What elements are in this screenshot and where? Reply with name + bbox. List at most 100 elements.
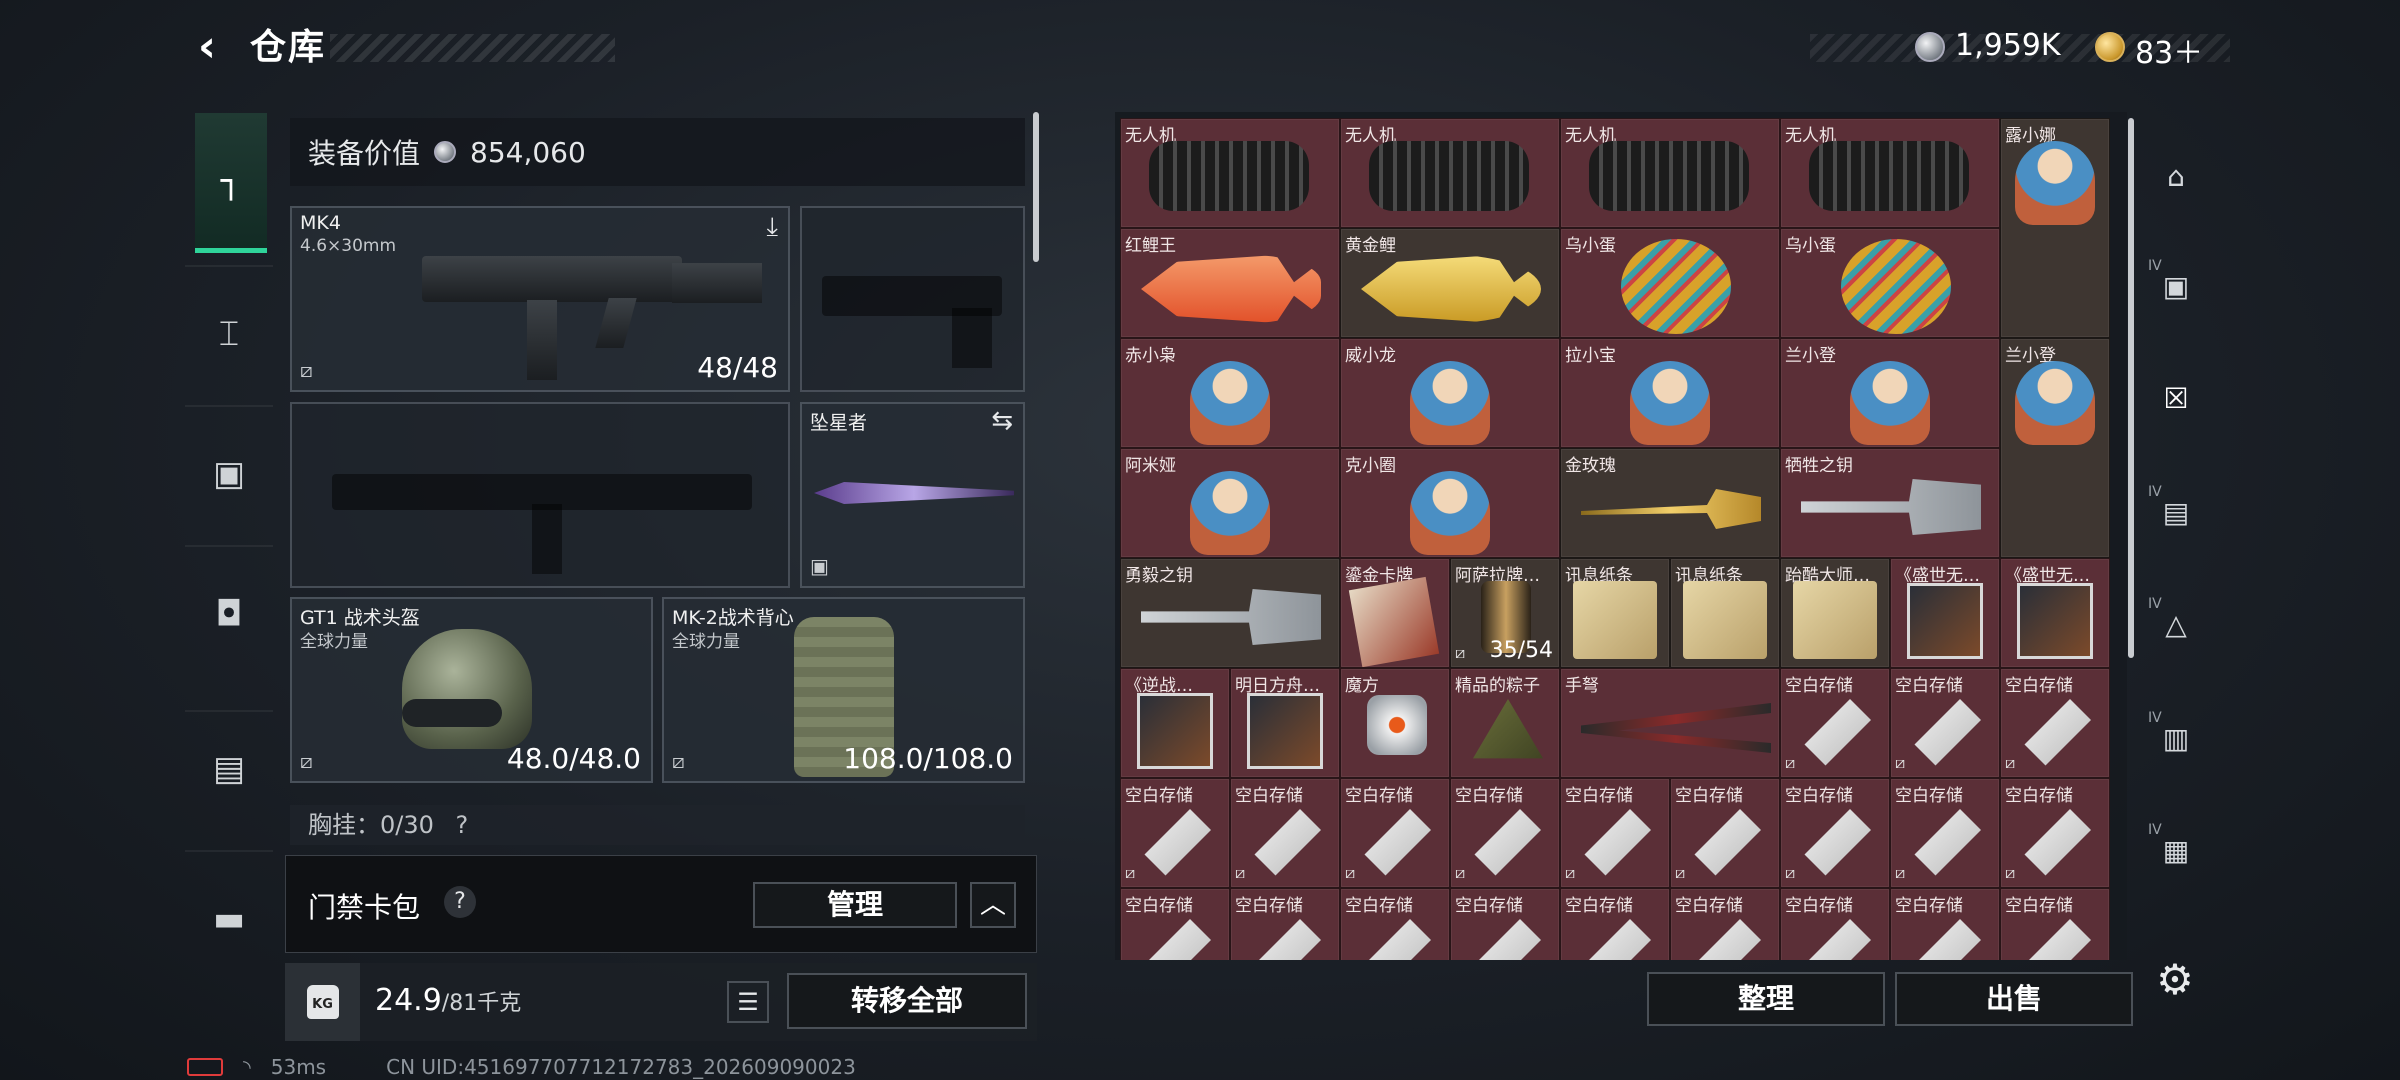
inventory-item[interactable]: 无人机 [1560,118,1780,228]
sort-button[interactable]: 整理 [1647,972,1885,1026]
inventory-item[interactable]: 空白存储⧄ [1890,778,2000,888]
nav-backpack[interactable]: ◘ [195,580,263,648]
download-icon[interactable]: ⤓ [767,212,779,243]
inventory-item[interactable]: 手弩 [1560,668,1780,778]
folder-stash-icon[interactable]: IV ▥ [2148,710,2204,766]
inventory-item[interactable]: 赤小枭 [1120,338,1340,448]
tag-stash-icon[interactable]: ☒ [2148,370,2204,426]
inventory-item[interactable]: 空白存储⧄ [1890,888,2000,960]
item-name: 金玫瑰 [1565,456,1616,476]
rifle-magazine [527,300,557,380]
nav-chest-rig[interactable]: ▣ [195,440,263,508]
inventory-item[interactable]: 空白存储⧄ [1780,778,1890,888]
inventory-item[interactable]: 阿萨拉牌… 35/54 ⧄ [1450,558,1560,668]
inventory-item[interactable]: 空白存储⧄ [1780,668,1890,778]
inventory-item[interactable]: 乌小蛋 [1560,228,1780,338]
inventory-item[interactable]: 空白存储⧄ [1560,888,1670,960]
inventory-item[interactable]: 鎏金卡牌 [1340,558,1450,668]
no-insure-icon: ⧄ [1455,863,1466,882]
inventory-item[interactable]: 兰小登 [2000,338,2110,558]
item-name: 空白存储 [1895,786,1963,806]
inventory-item[interactable]: 乌小蛋 [1780,228,2000,338]
silver-coin-icon [434,141,457,163]
inventory-item[interactable]: 空白存储⧄ [1340,888,1450,960]
inventory-item[interactable]: 《盛世无… [2000,558,2110,668]
nav-case[interactable]: ▤ [195,735,263,803]
chevron-up-icon[interactable]: ︿ [970,882,1016,928]
secondary-weapon-slot-empty[interactable] [290,402,790,588]
silver-balance[interactable]: 1,959K [1955,28,2061,63]
inventory-item[interactable]: 露小娜 [2000,118,2110,338]
inventory-item[interactable]: 无人机 [1340,118,1560,228]
sell-button[interactable]: 出售 [1895,972,2133,1026]
gear-icon[interactable]: ⚙ [2150,955,2200,1005]
inventory-item[interactable]: 克小圈 [1340,448,1560,558]
usb-image [2024,809,2091,876]
inventory-item[interactable]: 拉小宝 [1560,338,1780,448]
helmet-brand: 全球力量 [300,632,368,652]
transfer-all-button[interactable]: 转移全部 [787,973,1027,1029]
gold-balance[interactable]: 83＋ [2135,28,2203,72]
inventory-item[interactable]: 魔方 [1340,668,1450,778]
box-stash-icon[interactable]: IV ▤ [2148,484,2204,540]
back-icon[interactable]: ‹ [182,22,232,72]
fish-gold-image [1361,255,1541,323]
help-icon[interactable]: ? [456,811,469,839]
swap-icon[interactable]: ⇆ [991,406,1013,436]
nav-vest[interactable]: ⌶ [195,300,263,368]
chest-rig-capacity: 胸挂：0/30 [308,811,434,839]
help-icon[interactable]: ? [444,886,476,918]
inventory-item[interactable]: 黄金鲤 [1340,228,1560,338]
inventory-item[interactable]: 威小龙 [1340,338,1560,448]
inventory-item[interactable]: 讯息纸条 [1560,558,1670,668]
safe-icon[interactable]: ⌂ [2148,148,2204,204]
inventory-item[interactable]: 空白存储⧄ [2000,778,2110,888]
inventory-item[interactable]: 无人机 [1780,118,2000,228]
inventory-item[interactable]: 阿米娅 [1120,448,1340,558]
inventory-item[interactable]: 空白存储⧄ [1450,778,1560,888]
inventory-scrollbar[interactable] [2128,118,2134,658]
inventory-item[interactable]: 空白存储⧄ [1670,888,1780,960]
inventory-item[interactable]: 空白存储⧄ [2000,888,2110,960]
melee-slot[interactable]: 坠星者 ⇆ ▣ [800,402,1025,588]
inventory-item[interactable]: 明日方舟… [1230,668,1340,778]
inventory-item[interactable]: 空白存储⧄ [1560,778,1670,888]
nav-toolbox[interactable]: ▬ [195,885,263,953]
primary-weapon-slot[interactable]: MK4 4.6×30mm ⤓ ⧄ 48/48 [290,206,790,392]
inventory-item[interactable]: 红鲤王 [1120,228,1340,338]
inventory-item[interactable]: 精品的粽子 [1450,668,1560,778]
camera-stash-icon[interactable]: IV ▣ [2148,258,2204,314]
trophy-stash-icon[interactable]: IV △ [2148,596,2204,652]
inventory-item[interactable]: 讯息纸条 [1670,558,1780,668]
inventory-item[interactable]: 空白存储⧄ [1670,778,1780,888]
inventory-item[interactable]: 《逆战… [1120,668,1230,778]
inventory-item[interactable]: 空白存储⧄ [1230,778,1340,888]
helmet-slot[interactable]: GT1 战术头盔 全球力量 ⧄ 48.0/48.0 [290,597,653,783]
inventory-item[interactable]: 空白存储⧄ [1120,778,1230,888]
inventory-item[interactable]: 空白存储⧄ [2000,668,2110,778]
armor-durability: 108.0/108.0 [843,742,1013,775]
inventory-item[interactable]: 跆酷大师… [1780,558,1890,668]
manage-button[interactable]: 管理 [753,882,957,928]
list-icon[interactable]: ☰ [727,981,769,1023]
inventory-item[interactable]: 空白存储⧄ [1340,778,1450,888]
item-name: 空白存储 [1895,896,1963,916]
inventory-item[interactable]: 牺牲之钥 [1780,448,2000,558]
inventory-item[interactable]: 《盛世无… [1890,558,2000,668]
pistol-slot-empty[interactable] [800,206,1025,392]
armor-slot[interactable]: MK-2战术背心 全球力量 ⧄ 108.0/108.0 [662,597,1025,783]
inventory-item[interactable]: 无人机 [1120,118,1340,228]
usb-image [1474,919,1541,960]
inventory-item[interactable]: 空白存储⧄ [1450,888,1560,960]
inventory-item[interactable]: 兰小登 [1780,338,2000,448]
nav-weapons[interactable]: ┐ [195,113,267,253]
inventory-item[interactable]: 空白存储⧄ [1230,888,1340,960]
inventory-item[interactable]: 勇毅之钥 [1120,558,1340,668]
inventory-item[interactable]: 金玫瑰 [1560,448,1780,558]
inventory-item[interactable]: 空白存储⧄ [1780,888,1890,960]
crate-stash-icon[interactable]: IV ▦ [2148,822,2204,878]
equipment-scrollbar[interactable] [1033,112,1039,262]
inventory-item[interactable]: 空白存储⧄ [1120,888,1230,960]
inventory-item[interactable]: 空白存储⧄ [1890,668,2000,778]
chest-rig-row[interactable]: 胸挂：0/30 ? [290,805,1025,845]
